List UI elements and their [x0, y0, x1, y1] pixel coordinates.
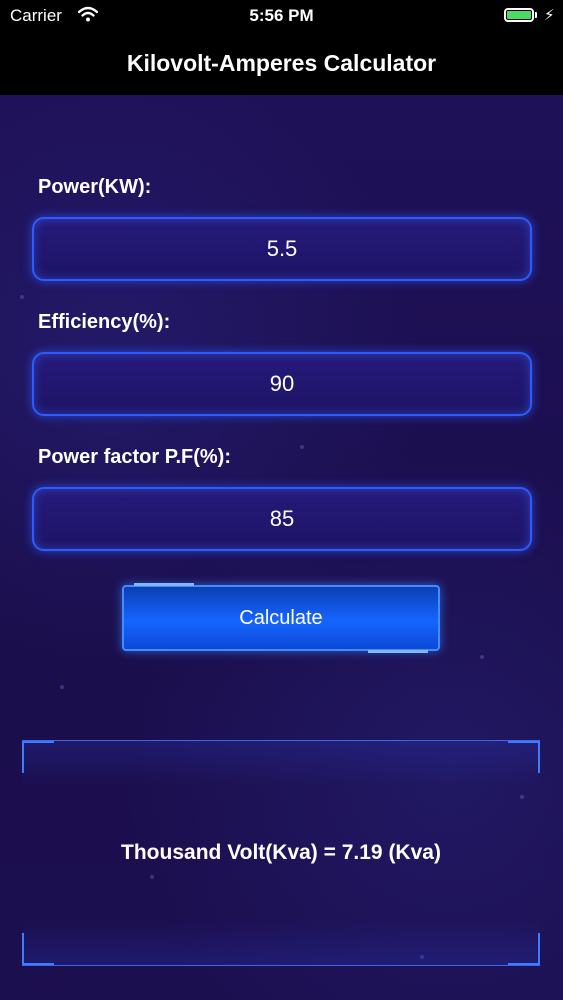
efficiency-label: Efficiency(%):: [38, 311, 171, 333]
corner-decoration: [22, 741, 54, 773]
efficiency-input[interactable]: [34, 370, 530, 398]
page-title: Kilovolt-Amperes Calculator: [126, 50, 437, 76]
power-label: Power(KW):: [38, 176, 152, 198]
calculate-button[interactable]: Calculate: [122, 583, 440, 653]
battery-tip: [535, 12, 537, 18]
status-bar: Carrier 5:56 PM ⚡︎: [0, 0, 563, 32]
power-factor-input[interactable]: [34, 505, 530, 533]
charging-bolt-icon: ⚡︎: [544, 7, 555, 24]
power-factor-field[interactable]: [32, 487, 532, 551]
battery-icon: [504, 8, 534, 22]
result-text: Thousand Volt(Kva) = 7.19 (Kva): [121, 841, 441, 864]
power-field[interactable]: [32, 217, 532, 281]
power-input[interactable]: [34, 235, 530, 263]
corner-decoration: [508, 741, 540, 773]
nav-bar: Kilovolt-Amperes Calculator: [0, 32, 563, 95]
status-time: 5:56 PM: [249, 6, 314, 25]
power-factor-label: Power factor P.F(%):: [38, 446, 231, 468]
corner-decoration: [508, 933, 540, 965]
efficiency-field[interactable]: [32, 352, 532, 416]
corner-decoration: [22, 933, 54, 965]
result-panel: Thousand Volt(Kva) = 7.19 (Kva): [22, 740, 540, 966]
